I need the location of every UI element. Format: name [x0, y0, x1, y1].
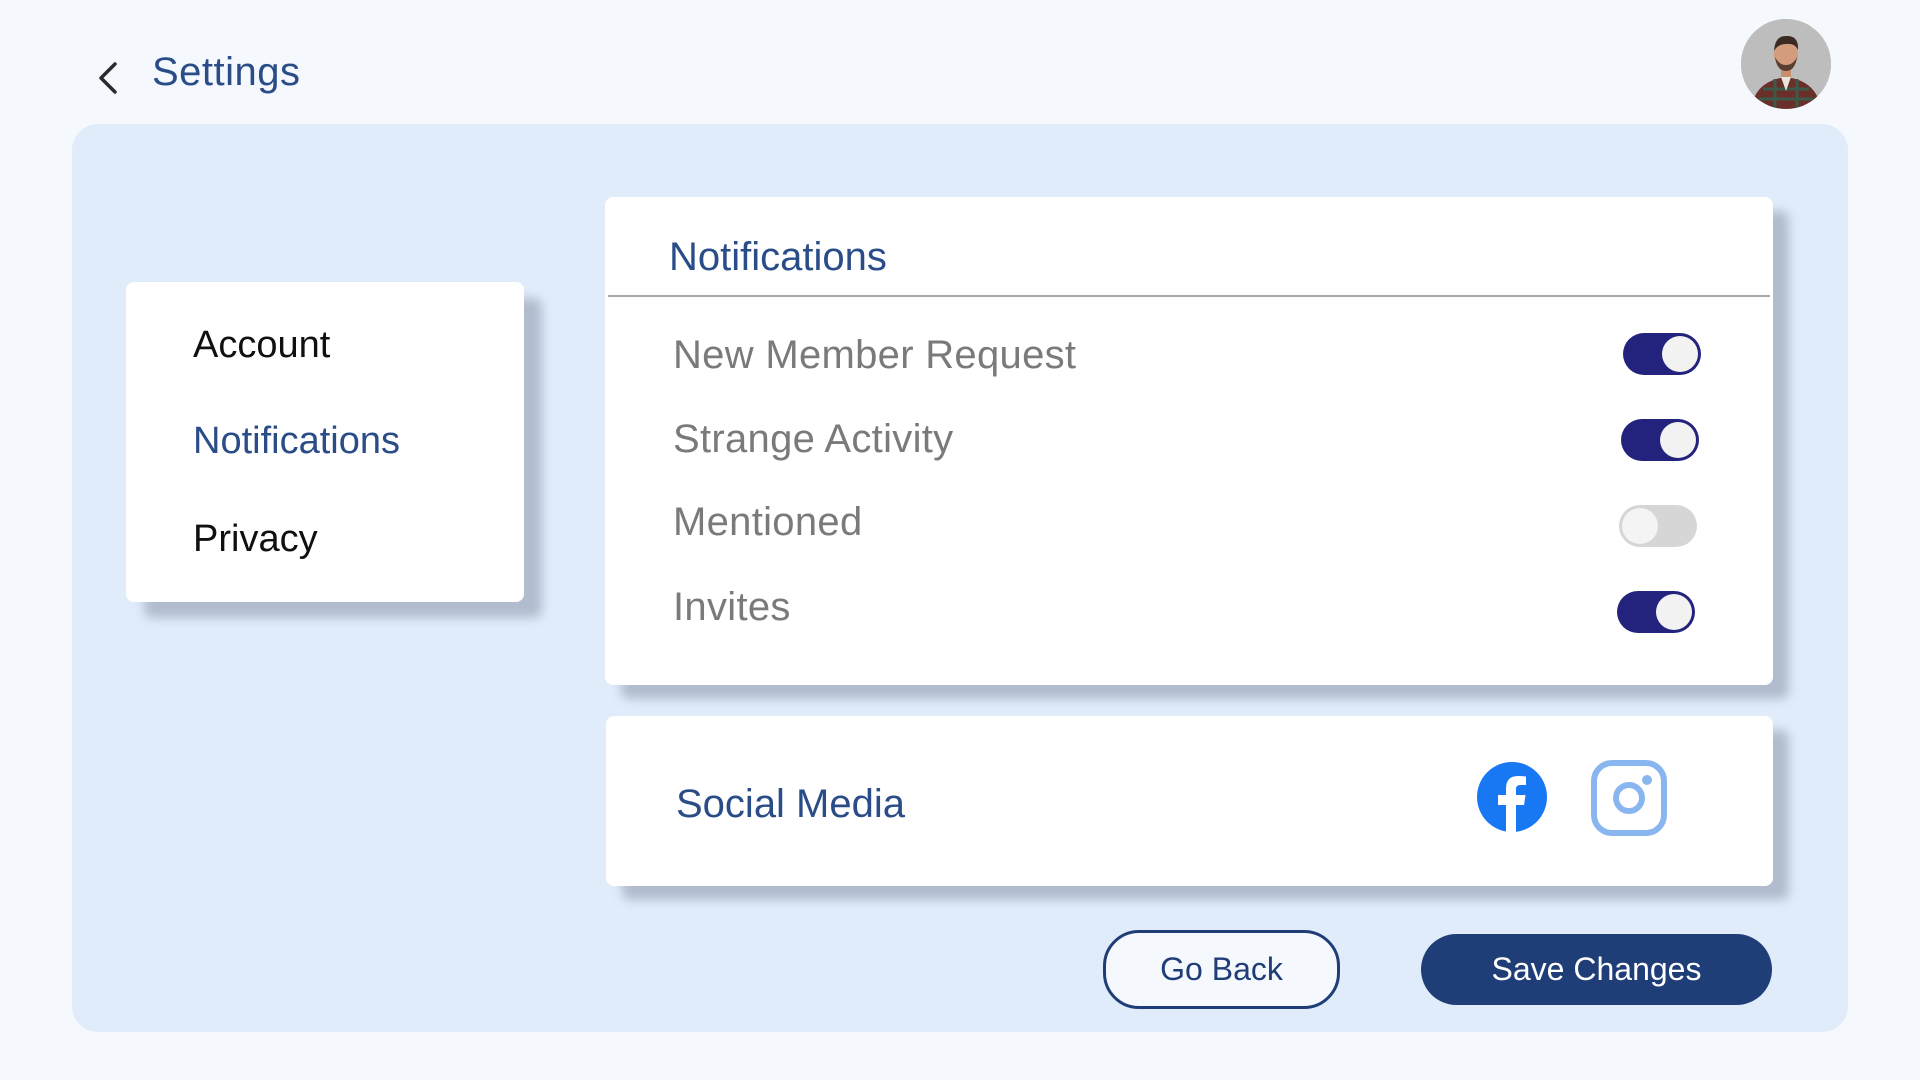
- toggle-mentioned[interactable]: [1619, 505, 1697, 547]
- notification-label: Strange Activity: [673, 417, 954, 461]
- toggle-knob: [1662, 336, 1698, 372]
- toggle-invites[interactable]: [1617, 591, 1695, 633]
- page-title: Settings: [152, 50, 301, 94]
- avatar-image: [1741, 19, 1831, 109]
- notification-label: Mentioned: [673, 500, 863, 544]
- menu-item-notifications[interactable]: Notifications: [193, 420, 400, 463]
- notifications-title: Notifications: [669, 235, 887, 279]
- notification-label: Invites: [673, 585, 791, 629]
- social-media-card: Social Media: [606, 716, 1773, 886]
- divider: [608, 295, 1770, 297]
- social-media-title: Social Media: [676, 782, 906, 826]
- menu-item-account[interactable]: Account: [193, 324, 330, 367]
- menu-item-privacy[interactable]: Privacy: [193, 518, 318, 561]
- toggle-strange-activity[interactable]: [1621, 419, 1699, 461]
- notification-label: New Member Request: [673, 333, 1077, 377]
- facebook-icon[interactable]: [1477, 762, 1547, 832]
- instagram-icon[interactable]: [1590, 759, 1668, 837]
- toggle-knob: [1660, 422, 1696, 458]
- notifications-card: Notifications New Member Request Strange…: [605, 197, 1773, 685]
- toggle-knob: [1622, 508, 1658, 544]
- save-changes-button[interactable]: Save Changes: [1421, 934, 1772, 1005]
- back-button[interactable]: [88, 54, 128, 102]
- toggle-new-member-request[interactable]: [1623, 333, 1701, 375]
- toggle-knob: [1656, 594, 1692, 630]
- go-back-button[interactable]: Go Back: [1103, 930, 1340, 1009]
- settings-menu: Account Notifications Privacy: [126, 282, 524, 602]
- chevron-left-icon: [99, 62, 117, 94]
- top-bar: Settings: [0, 0, 1920, 124]
- user-avatar[interactable]: [1741, 19, 1831, 109]
